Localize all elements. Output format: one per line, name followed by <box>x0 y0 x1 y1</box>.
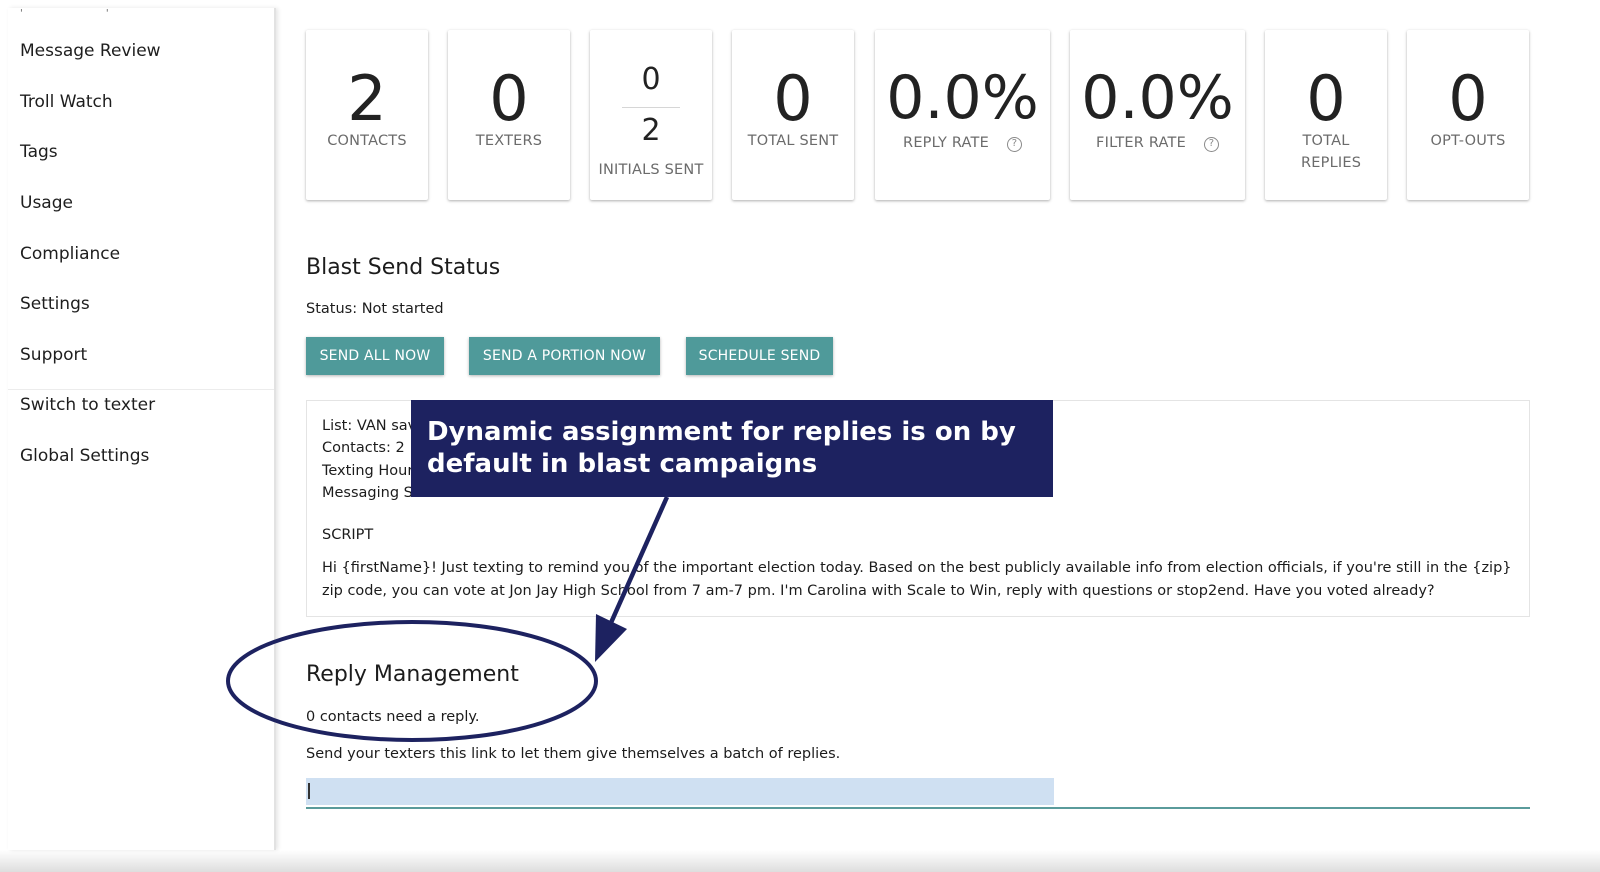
link-instructions-text: Send your texters this link to let them … <box>306 746 841 762</box>
contacts-need-reply-text: 0 contacts need a reply. <box>306 709 480 725</box>
stat-value-opt-outs: 0 <box>1448 62 1488 135</box>
sidebar-divider <box>8 389 274 390</box>
script-heading: SCRIPT <box>322 527 374 543</box>
help-circle-icon[interactable]: ? <box>1203 137 1219 152</box>
stat-card-total-replies: 0 TOTAL REPLIES <box>1265 30 1387 200</box>
stat-label-reply-rate: REPLY RATE <box>903 135 989 151</box>
sidebar: ' ' Message Review Troll Watch Tags Usag… <box>8 8 276 850</box>
sidebar-item-tags[interactable]: Tags <box>20 142 58 162</box>
sidebar-item-settings[interactable]: Settings <box>20 294 90 314</box>
annotation-callout: Dynamic assignment for replies is on by … <box>411 400 1053 497</box>
script-text: Hi {firstName}! Just texting to remind y… <box>322 560 1512 599</box>
stat-card-contacts: 2 CONTACTS <box>306 30 428 200</box>
stat-card-opt-outs: 0 OPT-OUTS <box>1407 30 1529 200</box>
send-portion-now-button[interactable]: SEND A PORTION NOW <box>469 337 660 375</box>
sidebar-item-message-review[interactable]: Message Review <box>20 41 161 61</box>
stat-label-initials-sent: INITIALS SENT <box>598 162 704 178</box>
stat-label-texters: TEXTERS <box>475 133 543 149</box>
stat-value-filter-rate: 0.0% <box>1081 63 1234 133</box>
stat-card-total-sent: 0 TOTAL SENT <box>732 30 854 200</box>
sidebar-item-support[interactable]: Support <box>20 345 87 365</box>
sidebar-item-switch-to-texter[interactable]: Switch to texter <box>20 395 155 415</box>
stat-value-total-replies: 0 <box>1306 62 1346 135</box>
stat-card-filter-rate: 0.0% FILTER RATE? <box>1070 30 1245 200</box>
sidebar-item-global-settings[interactable]: Global Settings <box>20 446 149 466</box>
info-texting-hours: Texting Hour <box>322 463 414 479</box>
stat-card-reply-rate: 0.0% REPLY RATE? <box>875 30 1050 200</box>
send-all-now-button[interactable]: SEND ALL NOW <box>306 337 444 375</box>
stat-card-initials-sent: 0 2 INITIALS SENT <box>590 30 712 200</box>
stat-label-total-sent: TOTAL SENT <box>747 133 839 149</box>
stat-value-contacts: 2 <box>347 62 387 135</box>
stat-value-initials-total: 2 <box>641 113 661 148</box>
sidebar-item-troll-watch[interactable]: Troll Watch <box>20 92 113 112</box>
stat-label-total-replies: TOTAL REPLIES <box>1301 133 1362 171</box>
selected-link-text <box>306 778 1054 805</box>
stat-divider <box>622 107 680 108</box>
help-circle-icon[interactable]: ? <box>1006 137 1022 152</box>
reply-management-title: Reply Management <box>306 662 519 687</box>
stat-value-initials-sent: 0 <box>641 62 661 97</box>
info-messaging-strategy: Messaging S <box>322 485 413 501</box>
blast-status-text: Status: Not started <box>306 301 444 317</box>
stat-label-filter-rate: FILTER RATE <box>1096 135 1186 151</box>
sidebar-item-compliance[interactable]: Compliance <box>20 244 120 264</box>
stat-label-opt-outs: OPT-OUTS <box>1430 133 1506 149</box>
text-caret <box>308 783 310 799</box>
sidebar-scroll-remnant: ' ' <box>20 8 149 19</box>
stat-value-reply-rate: 0.0% <box>886 63 1039 133</box>
stat-value-texters: 0 <box>489 62 529 135</box>
annotation-arrowhead <box>595 614 627 662</box>
reply-link-input[interactable] <box>306 778 1530 809</box>
stat-label-contacts: CONTACTS <box>327 133 407 149</box>
stat-value-total-sent: 0 <box>773 62 813 135</box>
schedule-send-button[interactable]: SCHEDULE SEND <box>686 337 833 375</box>
info-list: List: VAN sav <box>322 418 417 434</box>
info-contacts: Contacts: 2 <box>322 440 405 456</box>
bottom-shadow <box>0 850 1600 872</box>
sidebar-item-usage[interactable]: Usage <box>20 193 73 213</box>
stat-card-texters: 0 TEXTERS <box>448 30 570 200</box>
blast-send-status-title: Blast Send Status <box>306 255 501 280</box>
